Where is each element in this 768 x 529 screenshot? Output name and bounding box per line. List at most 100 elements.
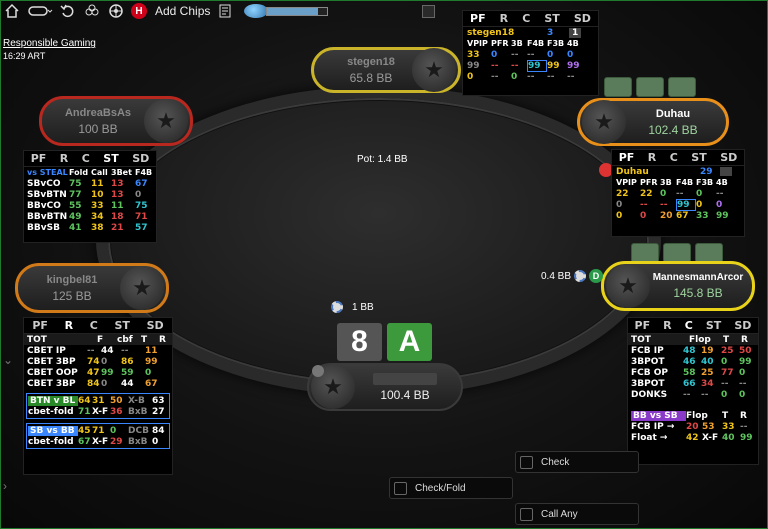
hud-kingbel81[interactable]: PF R C ST SD TOT Fcbf T R CBET IP -- 44 -- 11 CBET 3… <box>23 317 173 475</box>
hud-tab-sd[interactable]: SD <box>147 319 164 332</box>
hud-tab-st[interactable]: ST <box>544 12 559 25</box>
hud-tabs[interactable]: PF R C ST SD <box>463 11 598 27</box>
undo-icon[interactable] <box>59 2 77 20</box>
hud-tab-sd[interactable]: SD <box>132 152 149 165</box>
hud-tab-c[interactable]: C <box>670 151 678 164</box>
hud-col: F4B <box>527 39 545 48</box>
hud-player-name: stegen18 <box>467 27 515 38</box>
hud-cell: -- <box>511 60 519 71</box>
hud-tabs[interactable]: PF R C ST SD <box>24 318 172 334</box>
hud-tab-pf[interactable]: PF <box>32 319 48 332</box>
hud-row: CBET 3BP 84 0 44 67 <box>24 378 172 389</box>
hud-tab-c[interactable]: C <box>685 319 693 332</box>
hud-row-label: CBET 3BP <box>27 378 76 389</box>
player-stack: 102.4 BB <box>648 122 698 137</box>
h-badge-icon[interactable]: H <box>131 3 147 19</box>
hud-cell: -- <box>491 71 499 82</box>
hud-cell: -- <box>547 71 555 82</box>
hud-cell: BxB <box>128 406 148 417</box>
player-name: stegen18 <box>347 55 395 68</box>
seat-andreabsas[interactable]: AndreaBsAs 100 BB ★ <box>39 96 193 146</box>
collapse-chevron-icon[interactable]: ⌄ <box>3 353 13 367</box>
hud-cell: 99 <box>676 198 696 211</box>
cashier-icon[interactable] <box>216 2 234 20</box>
hud-col: PFR <box>491 39 509 48</box>
hud-tab-st[interactable]: ST <box>691 151 706 164</box>
card-back <box>663 243 691 263</box>
hud-col: R <box>740 410 747 421</box>
hud-tab-pf[interactable]: PF <box>31 152 47 165</box>
hud-cell: 67 <box>78 436 91 447</box>
menu-pill-icon[interactable] <box>27 2 53 20</box>
hud-stegen18[interactable]: PF R C ST SD stegen18 3 1 VPIP PFR 3B F4B F3B 4B 33… <box>462 10 599 96</box>
hud-tab-c[interactable]: C <box>522 12 530 25</box>
hud-col: VPIP <box>467 39 488 48</box>
hud-cell: 33 <box>467 49 480 60</box>
hud-tab-r[interactable]: R <box>648 151 656 164</box>
hud-tab-c[interactable]: C <box>82 152 90 165</box>
check-button[interactable]: Check <box>515 451 639 473</box>
add-chips-button[interactable]: Add Chips <box>155 4 210 18</box>
hud-cell: 99 <box>467 60 480 71</box>
mannesmann-bet-amount: 0.4 BB <box>541 270 572 282</box>
expand-arrow-icon[interactable]: › <box>3 479 7 493</box>
planet-icon <box>244 4 269 18</box>
hud-cell: 41 <box>69 222 82 233</box>
hud-duhau[interactable]: PF R C ST SD Duhau 29 VPIP PFR 3B F4B F3B 4B 22 22 0… <box>611 149 745 237</box>
hud-tab-pf[interactable]: PF <box>619 151 635 164</box>
hud-mannesmannarcor[interactable]: PF R C ST SD TOT Flop T R FCB IP 48 19 25 50 3BPOT 46… <box>627 317 759 465</box>
hud-tab-r[interactable]: R <box>60 152 68 165</box>
seat-stegen18[interactable]: stegen18 65.8 BB ★ <box>311 47 461 93</box>
hud-tab-r[interactable]: R <box>500 12 508 25</box>
hud-cell: 99 <box>739 356 752 367</box>
seat-hero[interactable]: 100.4 BB ★ <box>307 363 463 411</box>
check-fold-button[interactable]: Check/Fold <box>389 477 513 499</box>
seat-mannesmannarcor[interactable]: MannesmannArcor 145.8 BB ★ <box>601 261 755 311</box>
checkbox[interactable] <box>394 481 407 495</box>
expand-icon[interactable] <box>422 5 435 18</box>
hud-tab-r[interactable]: R <box>65 319 73 332</box>
hud-tab-st[interactable]: ST <box>114 319 129 332</box>
hud-tabs[interactable]: PF R C ST SD <box>612 150 744 166</box>
hud-tab-sd[interactable]: SD <box>734 319 751 332</box>
hud-col: T <box>723 334 730 345</box>
hud-cell: 0 <box>491 49 498 60</box>
hud-tabs[interactable]: PF R C ST SD <box>628 318 758 334</box>
hud-cell: 99 <box>101 367 114 378</box>
hud-tab-st[interactable]: ST <box>103 152 118 165</box>
card-back <box>631 243 659 263</box>
hud-tab-c[interactable]: C <box>90 319 98 332</box>
hud-cell: 0 <box>110 425 117 436</box>
seat-duhau[interactable]: Duhau 102.4 BB ★ <box>577 98 729 146</box>
hud-tabs[interactable]: PF R C ST SD <box>24 151 156 167</box>
settings-wheel-icon[interactable] <box>107 2 125 20</box>
checkbox[interactable] <box>520 507 533 521</box>
hud-cell: 21 <box>111 222 124 233</box>
users-icon[interactable] <box>83 2 101 20</box>
hud-cell: 99 <box>547 60 560 71</box>
player-stack: 65.8 BB <box>349 70 393 85</box>
hud-cell: -- <box>567 71 575 82</box>
hero-card-2: A <box>387 323 432 361</box>
card-back <box>695 243 723 263</box>
hud-tab-r[interactable]: R <box>663 319 671 332</box>
responsible-gaming-link[interactable]: Responsible Gaming <box>3 38 96 49</box>
hud-tab-st[interactable]: ST <box>706 319 721 332</box>
hud-cell: 84 <box>87 378 100 389</box>
hud-col: Flop <box>689 334 711 345</box>
hud-cell: 33 <box>722 421 735 432</box>
checkbox[interactable] <box>520 455 533 469</box>
hud-andreabsas[interactable]: PF R C ST SD vs STEAL Fold Call 3Bet F4B SBvCO 75… <box>23 150 157 243</box>
seat-kingbel81[interactable]: kingbel81 125 BB ★ <box>15 263 169 313</box>
hud-count-box <box>720 167 732 176</box>
hud-tab-sd[interactable]: SD <box>720 151 737 164</box>
hud-tab-sd[interactable]: SD <box>574 12 591 25</box>
hud-cell: X-F <box>92 436 109 447</box>
poker-table-window: H Add Chips Responsible Gaming 16:29 ART… <box>0 0 768 529</box>
hud-cell: 31 <box>92 395 105 406</box>
hud-tab-pf[interactable]: PF <box>470 12 486 25</box>
hud-tab-pf[interactable]: PF <box>635 319 651 332</box>
call-any-button[interactable]: Call Any <box>515 503 639 525</box>
hud-col: 3B <box>511 39 523 48</box>
home-icon[interactable] <box>3 2 21 20</box>
